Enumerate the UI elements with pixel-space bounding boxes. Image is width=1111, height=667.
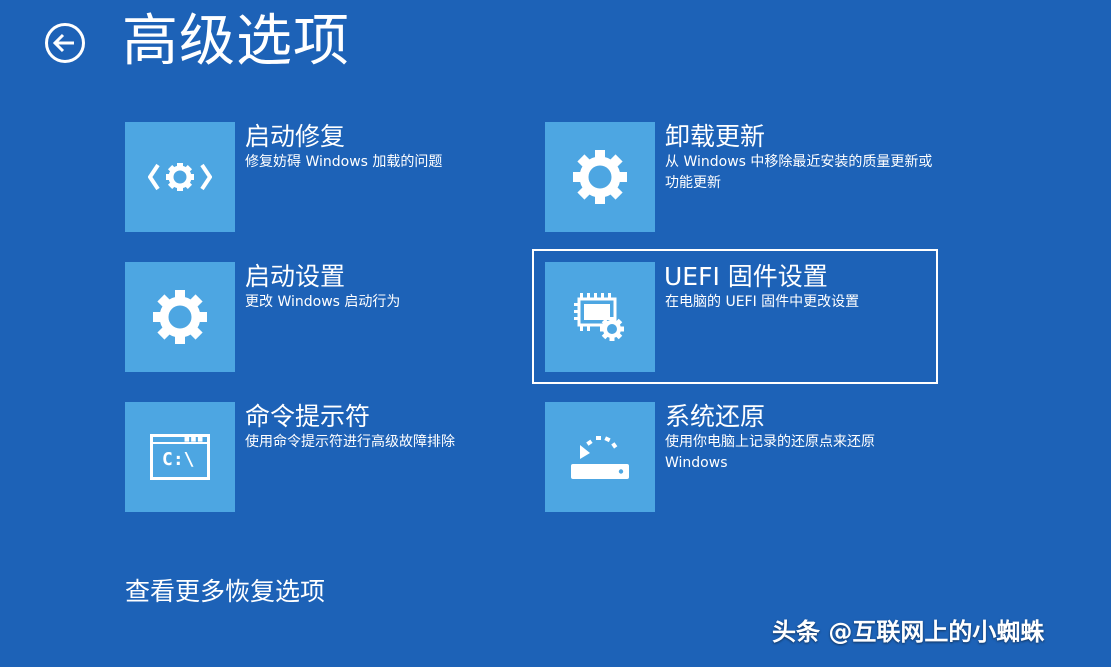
option-tile (125, 122, 235, 232)
option-tile (545, 122, 655, 232)
option-startup-settings[interactable]: 启动设置 更改 Windows 启动行为 (125, 262, 525, 372)
command-prompt-text: C:\ (162, 449, 195, 470)
option-tile: ■■■ C:\ (125, 402, 235, 512)
startup-repair-icon (148, 163, 212, 191)
option-description: 修复妨碍 Windows 加载的问题 (245, 154, 443, 170)
option-uninstall-updates[interactable]: 卸载更新 从 Windows 中移除最近安装的质量更新或功能更新 (545, 122, 945, 232)
option-title: 命令提示符 (245, 402, 371, 431)
option-command-prompt[interactable]: ■■■ C:\ 命令提示符 使用命令提示符进行高级故障排除 (125, 402, 525, 512)
watermark-text: 头条 @互联网上的小蜘蛛 (772, 618, 1045, 646)
option-description: 从 Windows 中移除最近安装的质量更新或功能更新 (665, 154, 933, 191)
back-arrow-icon (45, 23, 85, 63)
option-title: UEFI 固件设置 (664, 262, 828, 291)
option-tile (545, 402, 655, 512)
advanced-options-screen: 高级选项 启动修复 修复妨碍 Windows 加载的问题 卸载更新 从 Wind… (0, 0, 1111, 667)
option-title: 卸载更新 (665, 122, 766, 151)
system-restore-icon (571, 436, 629, 479)
option-tile (125, 262, 235, 372)
option-uefi-firmware-settings[interactable]: UEFI 固件设置 在电脑的 UEFI 固件中更改设置 (532, 249, 938, 384)
gear-icon (573, 150, 627, 204)
option-title: 启动设置 (245, 262, 346, 291)
chip-gear-icon (574, 293, 624, 341)
back-button[interactable] (44, 22, 86, 64)
option-description: 使用命令提示符进行高级故障排除 (245, 434, 455, 450)
option-description: 使用你电脑上记录的还原点来还原 Windows (665, 434, 875, 471)
option-tile (545, 262, 655, 372)
more-recovery-options-link[interactable]: 查看更多恢复选项 (125, 574, 325, 610)
option-system-restore[interactable]: 系统还原 使用你电脑上记录的还原点来还原 Windows (545, 402, 945, 512)
command-prompt-icon: ■■■ C:\ (150, 434, 210, 480)
option-startup-repair[interactable]: 启动修复 修复妨碍 Windows 加载的问题 (125, 122, 525, 232)
option-description: 更改 Windows 启动行为 (245, 294, 401, 310)
option-title: 系统还原 (665, 402, 766, 431)
page-title: 高级选项 (122, 9, 350, 74)
option-description: 在电脑的 UEFI 固件中更改设置 (665, 294, 860, 310)
gear-icon (153, 290, 207, 344)
option-title: 启动修复 (245, 122, 346, 151)
